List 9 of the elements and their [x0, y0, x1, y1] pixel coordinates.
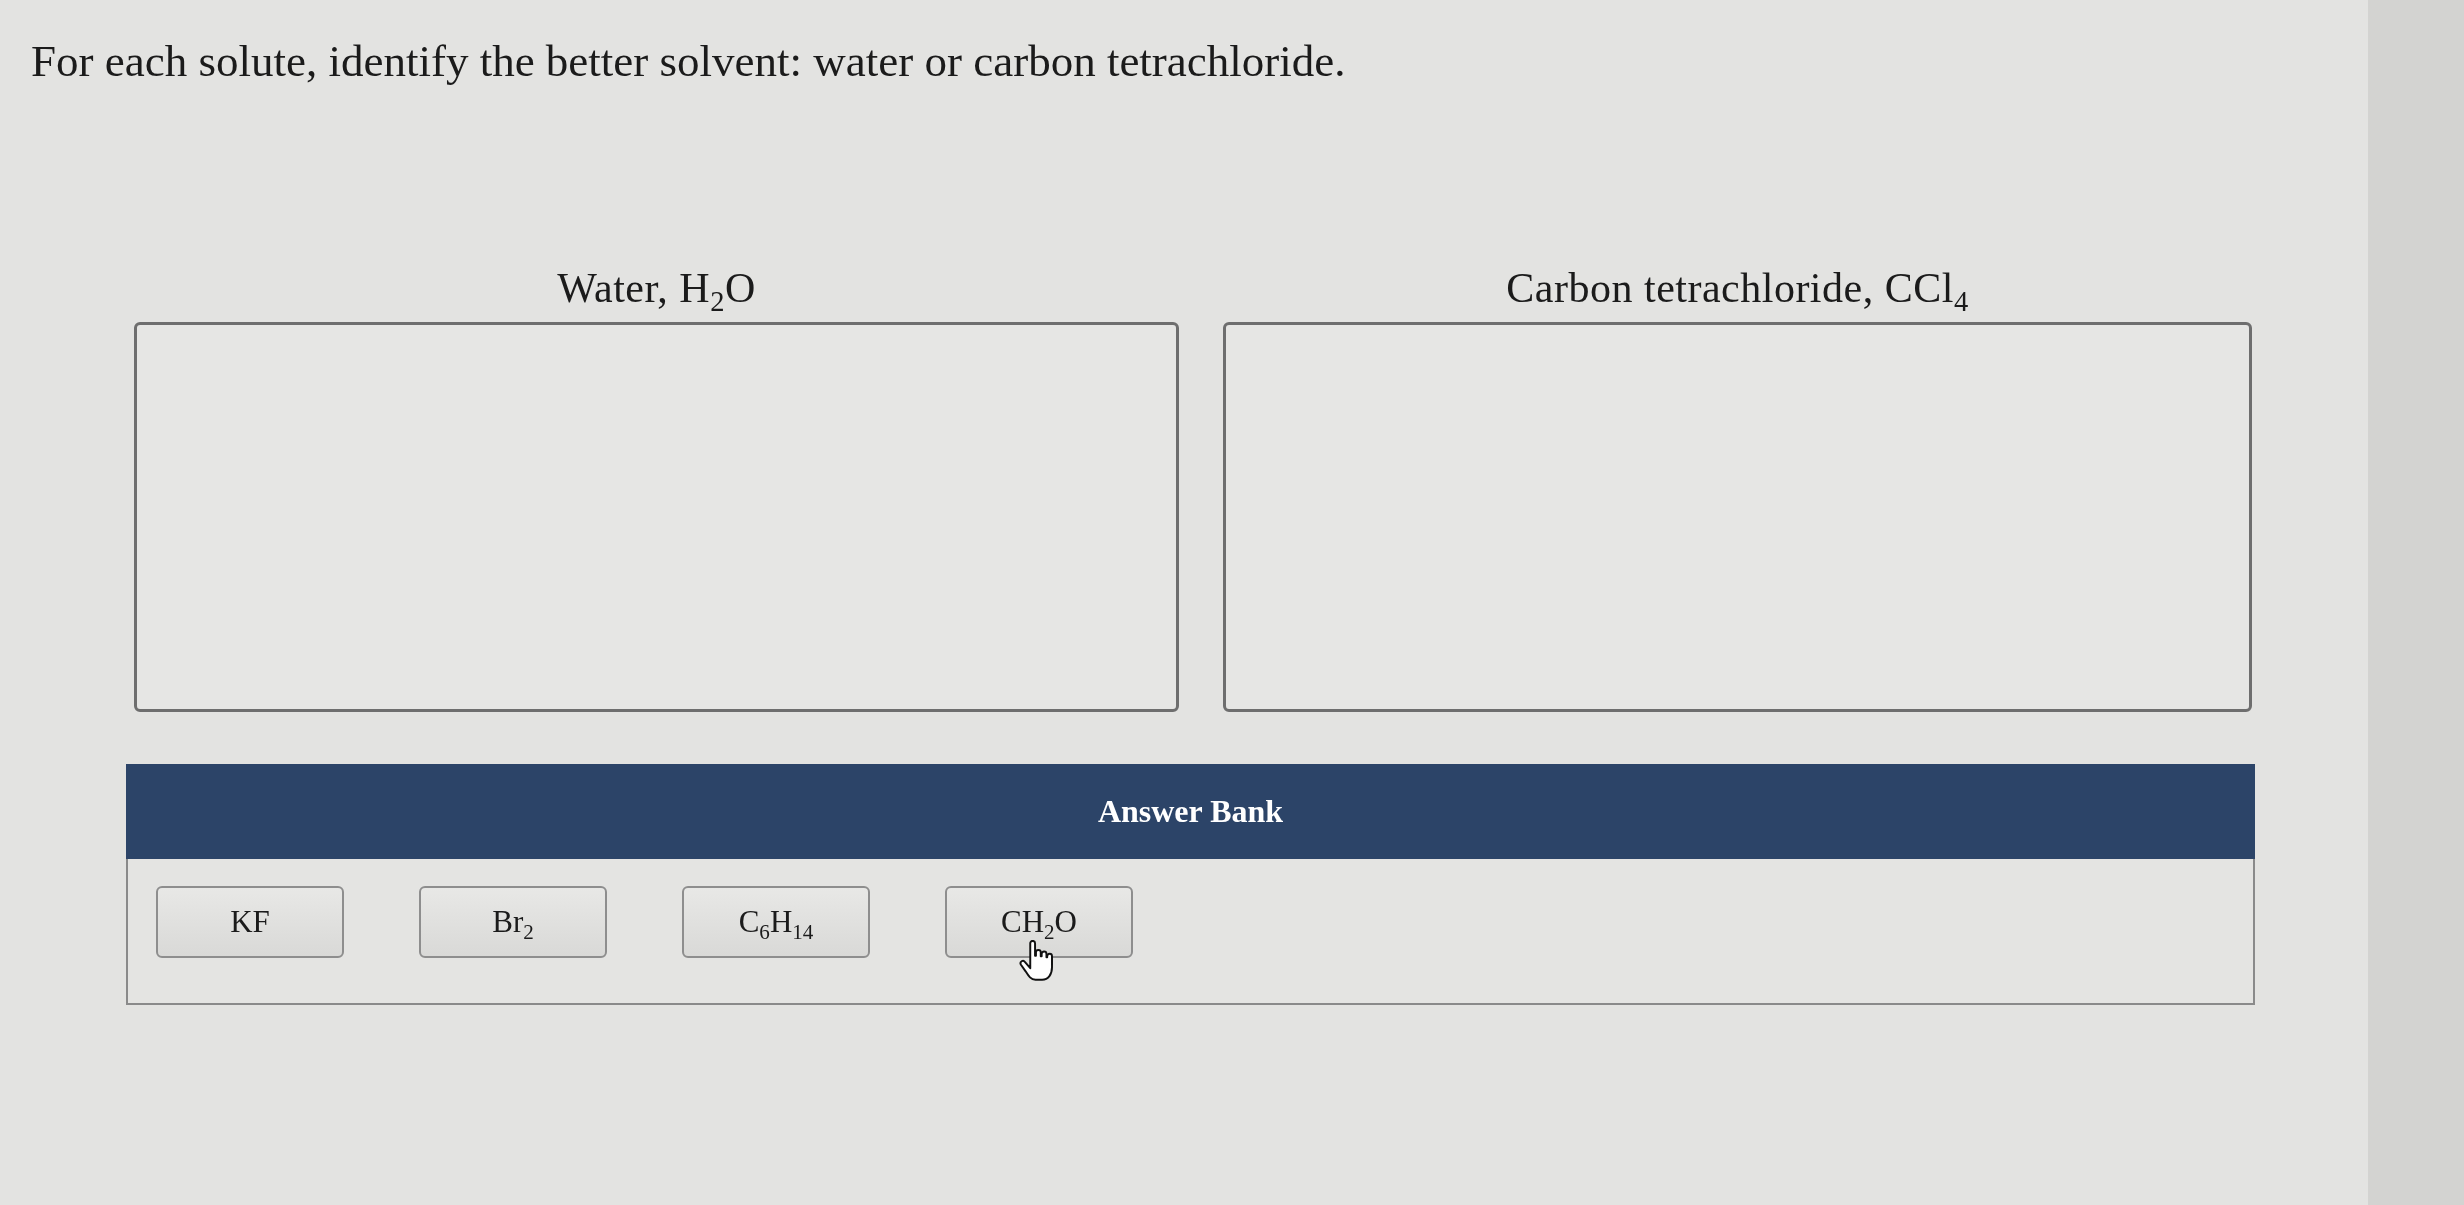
target-label: Carbon tetrachloride, CCl$_{4}$: [1506, 264, 1969, 316]
drop-zone[interactable]: [134, 322, 1179, 712]
instruction-text: For each solute, identify the better solvent: water or carbon tetrachloride.: [31, 35, 1346, 88]
answer-tile[interactable]: KF: [156, 886, 344, 958]
answer-tile[interactable]: C$_{6}$H$_{14}$: [682, 886, 870, 958]
answer-tile[interactable]: Br$_{2}$: [419, 886, 607, 958]
answer-bank-title: Answer Bank: [126, 764, 2255, 859]
target-label: Water, H$_{2}$O: [557, 264, 756, 316]
drop-zone[interactable]: [1223, 322, 2252, 712]
